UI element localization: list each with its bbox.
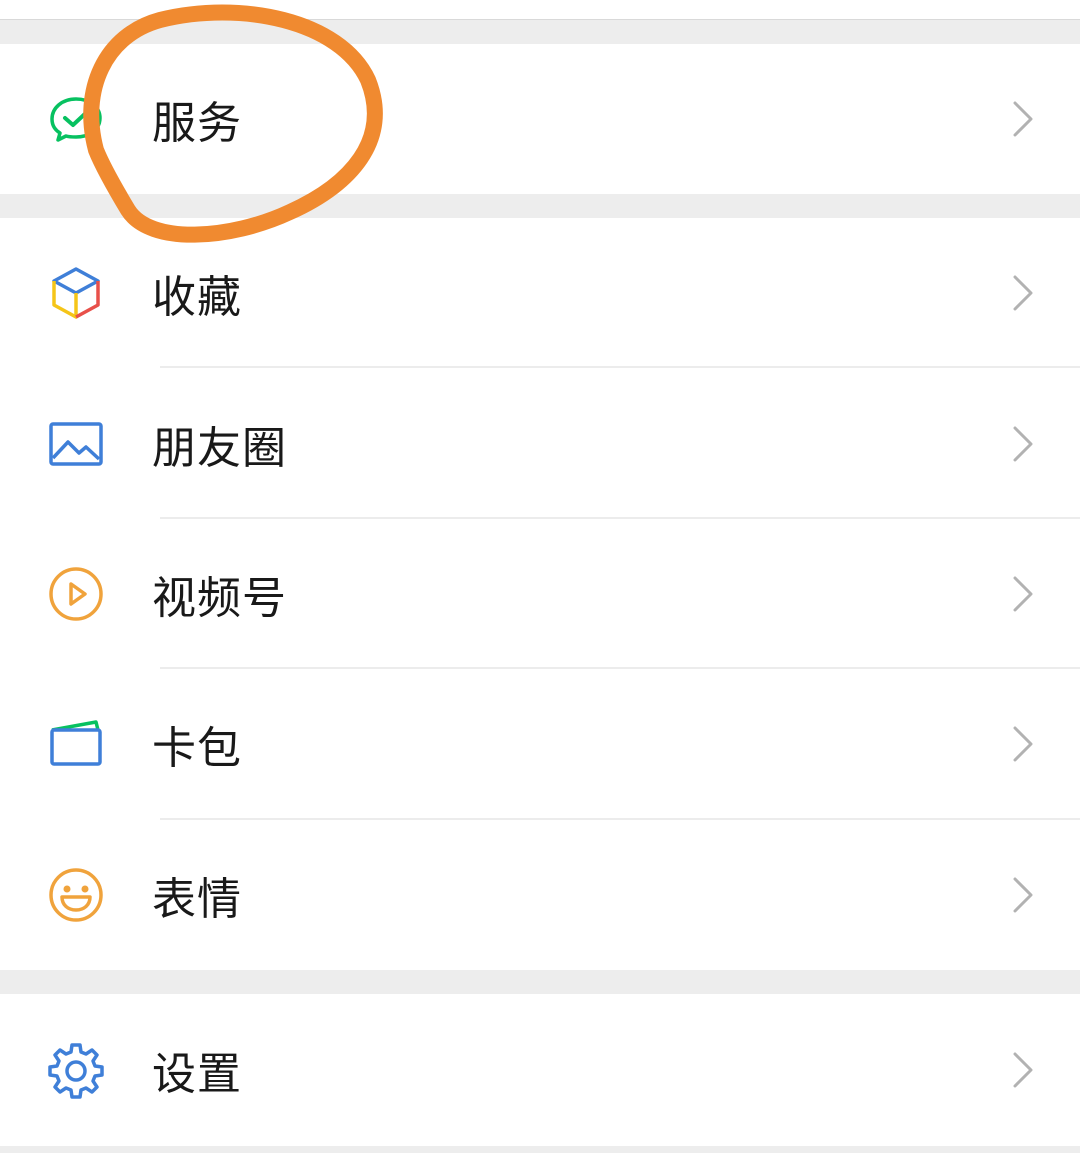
- menu-item-label: 朋友圈: [152, 422, 287, 474]
- menu-item-moments[interactable]: 朋友圈: [0, 368, 1080, 519]
- menu-item-label: 表情: [152, 873, 242, 925]
- menu-item-label: 视频号: [152, 572, 287, 624]
- settings-group: 设置: [0, 994, 1080, 1146]
- menu-item-services[interactable]: 服务: [0, 44, 1080, 194]
- menu-item-card-wallet[interactable]: 卡包: [0, 669, 1080, 820]
- menu-item-settings[interactable]: 设置: [0, 994, 1080, 1146]
- menu-item-label: 设置: [152, 1049, 242, 1100]
- menu-item-label: 服务: [152, 98, 242, 149]
- chevron-right-icon: [1012, 725, 1034, 763]
- chevron-right-icon: [1012, 575, 1034, 613]
- menu-item-stickers[interactable]: 表情: [0, 820, 1080, 970]
- chevron-right-icon: [1012, 425, 1034, 463]
- gear-icon: [46, 1040, 106, 1100]
- menu-item-label: 卡包: [152, 723, 242, 775]
- services-group: 服务: [0, 44, 1080, 194]
- chevron-right-icon: [1012, 100, 1034, 138]
- menu-item-channels[interactable]: 视频号: [0, 519, 1080, 670]
- cube-icon: [46, 263, 106, 323]
- wechat-pay-icon: [46, 89, 106, 149]
- main-menu-group: 收藏 朋友圈 视频号 卡包 表情: [0, 218, 1080, 970]
- picture-icon: [46, 414, 106, 474]
- chevron-right-icon: [1012, 876, 1034, 914]
- chevron-right-icon: [1012, 274, 1034, 312]
- chevron-right-icon: [1012, 1051, 1034, 1089]
- menu-item-label: 收藏: [152, 272, 242, 324]
- menu-item-favorites[interactable]: 收藏: [0, 218, 1080, 369]
- card-wallet-icon: [46, 714, 106, 774]
- top-strip: [0, 0, 1080, 20]
- smiley-icon: [46, 865, 106, 925]
- play-circle-icon: [46, 564, 106, 624]
